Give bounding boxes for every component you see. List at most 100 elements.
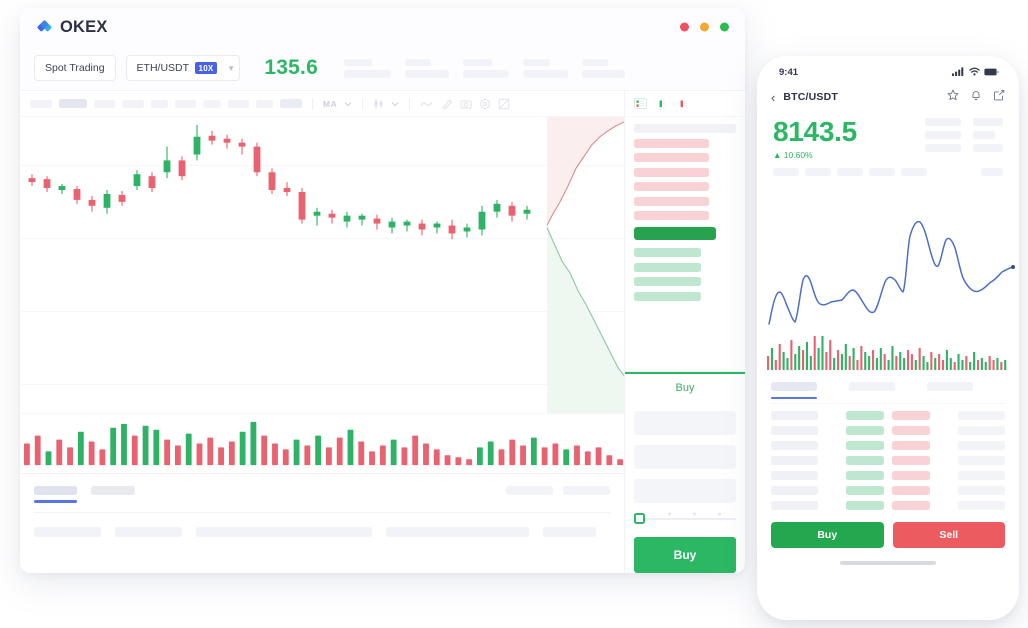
- orderbook-ask-row[interactable]: [634, 182, 710, 191]
- total-input[interactable]: [634, 479, 736, 503]
- mobile-sell-button[interactable]: Sell: [892, 522, 1005, 549]
- interval-tag[interactable]: [805, 167, 831, 176]
- camera-icon[interactable]: [460, 98, 472, 109]
- candlestick-icon[interactable]: [373, 98, 384, 110]
- slider-track[interactable]: [641, 517, 736, 520]
- mobile-volume-layer: [767, 335, 1007, 370]
- mobile-stats: [925, 118, 1003, 160]
- interval-tag-more[interactable]: [981, 167, 1003, 176]
- orderbook-ask-row[interactable]: [634, 153, 710, 162]
- slider-handle[interactable]: [634, 513, 645, 524]
- mobile-interval-tags[interactable]: [757, 160, 1019, 176]
- star-favorite-icon[interactable]: [947, 88, 959, 106]
- mobile-volume-chart: [757, 335, 1019, 376]
- mobile-orderbook-row[interactable]: [771, 441, 1005, 451]
- depth-both-icon[interactable]: [634, 98, 647, 109]
- back-chevron-icon[interactable]: ‹: [771, 91, 775, 104]
- chart-toolbar[interactable]: MA: [20, 91, 624, 117]
- mobile-tab[interactable]: [849, 381, 927, 391]
- maximize-button[interactable]: [720, 22, 729, 32]
- close-button[interactable]: [680, 22, 689, 32]
- spot-trading-button[interactable]: Spot Trading: [34, 55, 116, 81]
- line-chart-icon[interactable]: [420, 99, 434, 109]
- desktop-trading-window: OKEX Spot Trading ETH/USDT 10X ▾ 135.6 M…: [20, 8, 745, 573]
- mobile-orderbook-row[interactable]: [771, 456, 1005, 466]
- submit-buy-label: Buy: [673, 548, 697, 562]
- mobile-orderbook[interactable]: [757, 404, 1019, 511]
- toolbar-skeleton[interactable]: [30, 99, 52, 108]
- mobile-tab-active[interactable]: [771, 381, 849, 391]
- fullscreen-icon[interactable]: [498, 98, 510, 110]
- interval-tag[interactable]: [869, 167, 895, 176]
- tab-buy[interactable]: Buy: [625, 372, 745, 402]
- mobile-orderbook-row[interactable]: [771, 426, 1005, 436]
- brand-logo: OKEX: [36, 18, 108, 37]
- candlestick-chart[interactable]: [20, 117, 624, 413]
- toolbar-skeleton[interactable]: [256, 99, 273, 108]
- minimize-button[interactable]: [700, 22, 709, 32]
- toolbar-skeleton[interactable]: [151, 99, 168, 108]
- orderbook-ask-cell: [892, 411, 930, 421]
- orderbook-ask-row[interactable]: [634, 211, 710, 220]
- toolbar-divider: [409, 97, 411, 110]
- toolbar-skeleton[interactable]: [228, 99, 249, 108]
- orderbook-bid-row[interactable]: [634, 248, 702, 257]
- toolbar-skeleton[interactable]: [94, 99, 115, 108]
- orderbook-amount-cell: [958, 501, 1005, 511]
- drawing-tools-icon[interactable]: [441, 98, 453, 110]
- mobile-orderbook-row[interactable]: [771, 471, 1005, 481]
- trade-form-fields[interactable]: [625, 402, 745, 503]
- orderbook-bid-row[interactable]: [634, 262, 702, 272]
- orderbook-bid-row[interactable]: [634, 277, 702, 286]
- toolbar-skeleton[interactable]: [175, 99, 196, 108]
- interval-tag[interactable]: [837, 167, 863, 176]
- mobile-tabs[interactable]: [757, 376, 1019, 391]
- mobile-orderbook-row[interactable]: [771, 411, 1005, 421]
- submit-buy-button[interactable]: Buy: [634, 537, 736, 573]
- orderbook-ask-row[interactable]: [634, 167, 710, 177]
- orders-control[interactable]: [506, 486, 553, 495]
- ma-indicator-label[interactable]: MA: [323, 99, 337, 109]
- pair-selector[interactable]: ETH/USDT 10X ▾: [125, 55, 241, 81]
- orderbook-amount-cell: [958, 411, 1005, 421]
- depth-asks-icon[interactable]: [676, 98, 689, 109]
- toolbar-skeleton[interactable]: [203, 99, 221, 108]
- orders-tab[interactable]: [91, 486, 135, 495]
- share-icon[interactable]: [993, 88, 1005, 106]
- chevron-down-icon[interactable]: [344, 100, 352, 108]
- bell-notification-icon[interactable]: [970, 88, 982, 106]
- toolbar-skeleton[interactable]: [280, 99, 302, 108]
- depth-overlay: [546, 117, 624, 413]
- orderbook-view-toggles[interactable]: [625, 91, 745, 117]
- window-controls[interactable]: [680, 22, 729, 32]
- orders-control[interactable]: [563, 486, 610, 495]
- mobile-action-buttons[interactable]: Buy Sell: [757, 510, 1019, 549]
- mobile-nav-actions[interactable]: [947, 88, 1005, 106]
- amount-input[interactable]: [634, 445, 736, 469]
- mobile-buy-button[interactable]: Buy: [771, 522, 884, 549]
- mobile-line-chart[interactable]: [757, 180, 1019, 326]
- toolbar-skeleton-active[interactable]: [59, 99, 87, 108]
- orderbook-rows[interactable]: [625, 117, 745, 371]
- leverage-badge: 10X: [195, 62, 217, 74]
- interval-tag[interactable]: [773, 167, 799, 176]
- mobile-orderbook-row[interactable]: [771, 501, 1005, 511]
- orderbook-bid-cell: [846, 411, 884, 421]
- interval-tag[interactable]: [901, 167, 927, 176]
- price-input[interactable]: [634, 411, 736, 435]
- orderbook-ask-cell: [892, 456, 930, 466]
- orderbook-ask-row[interactable]: [634, 196, 710, 206]
- orders-tab-active[interactable]: [34, 486, 77, 503]
- mobile-sell-label: Sell: [939, 529, 959, 542]
- settings-gear-icon[interactable]: [479, 98, 491, 110]
- toolbar-skeleton[interactable]: [122, 99, 144, 108]
- tab-buy-label: Buy: [675, 382, 695, 394]
- mobile-tab[interactable]: [927, 381, 1005, 391]
- depth-bids-icon[interactable]: [655, 98, 668, 109]
- amount-slider[interactable]: [625, 503, 745, 524]
- orderbook-bid-row[interactable]: [634, 291, 702, 301]
- orders-tabs[interactable]: [34, 486, 610, 503]
- orderbook-ask-row[interactable]: [634, 138, 710, 148]
- chevron-down-icon[interactable]: [391, 100, 399, 108]
- mobile-orderbook-row[interactable]: [771, 486, 1005, 496]
